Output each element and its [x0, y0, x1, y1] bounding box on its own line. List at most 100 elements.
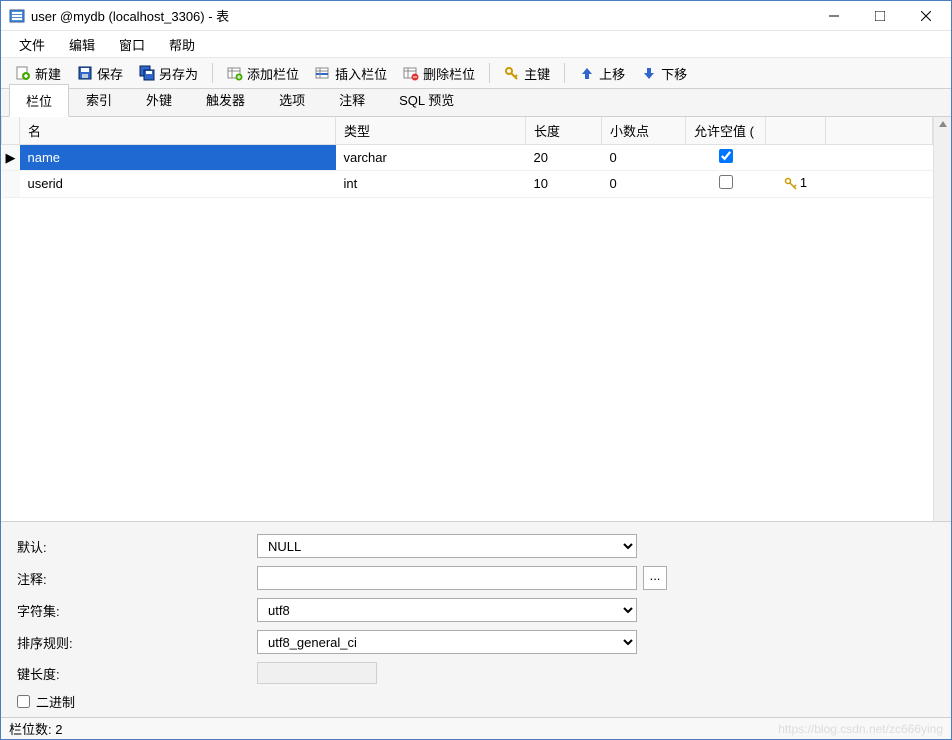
menu-window[interactable]: 窗口	[107, 31, 157, 58]
cell-key[interactable]: 1	[766, 171, 826, 198]
key-icon	[504, 65, 520, 81]
status-bar: 栏位数: 2 https://blog.csdn.net/zc666ying	[1, 717, 951, 739]
cell-filler	[826, 145, 933, 171]
move-up-button[interactable]: 上移	[571, 61, 633, 86]
delete-field-button[interactable]: 删除栏位	[395, 61, 483, 86]
comment-label: 注释:	[17, 569, 257, 588]
field-count-status: 栏位数: 2	[9, 719, 62, 738]
cell-name[interactable]: name	[20, 145, 336, 171]
new-label: 新建	[35, 64, 61, 83]
watermark: https://blog.csdn.net/zc666ying	[778, 722, 943, 736]
cell-name[interactable]: userid	[20, 171, 336, 198]
grid-header-row: 名 类型 长度 小数点 允许空值 (	[2, 117, 933, 145]
save-as-button[interactable]: 另存为	[131, 61, 206, 86]
add-field-button[interactable]: 添加栏位	[219, 61, 307, 86]
menu-bar: 文件 编辑 窗口 帮助	[1, 31, 951, 57]
default-label: 默认:	[17, 537, 257, 556]
cell-filler	[826, 171, 933, 198]
col-type[interactable]: 类型	[336, 117, 526, 145]
cell-type[interactable]: varchar	[336, 145, 526, 171]
insert-field-icon	[315, 65, 331, 81]
new-button[interactable]: 新建	[7, 61, 69, 86]
col-length[interactable]: 长度	[526, 117, 602, 145]
table-row[interactable]: ▶namevarchar200	[2, 145, 933, 171]
maximize-button[interactable]	[857, 1, 903, 31]
menu-help[interactable]: 帮助	[157, 31, 207, 58]
save-label: 保存	[97, 64, 123, 83]
add-field-icon	[227, 65, 243, 81]
fields-grid[interactable]: 名 类型 长度 小数点 允许空值 ( ▶namevarchar200userid…	[1, 117, 933, 521]
row-indicator	[2, 171, 20, 198]
collation-select[interactable]: utf8_general_ci	[257, 630, 637, 654]
minimize-button[interactable]	[811, 1, 857, 31]
allow-null-checkbox[interactable]	[719, 149, 733, 163]
cell-decimals[interactable]: 0	[602, 171, 686, 198]
col-decimals[interactable]: 小数点	[602, 117, 686, 145]
primary-key-label: 主键	[524, 64, 550, 83]
cell-decimals[interactable]: 0	[602, 145, 686, 171]
delete-field-icon	[403, 65, 419, 81]
toolbar-separator	[564, 63, 565, 83]
fields-grid-area: 名 类型 长度 小数点 允许空值 ( ▶namevarchar200userid…	[1, 117, 951, 522]
move-up-label: 上移	[599, 64, 625, 83]
save-as-label: 另存为	[159, 64, 198, 83]
cell-key[interactable]	[766, 145, 826, 171]
tab-fields[interactable]: 栏位	[9, 84, 69, 117]
move-down-label: 下移	[661, 64, 687, 83]
save-icon	[77, 65, 93, 81]
field-properties: 默认: NULL 注释: ... 字符集: utf8 排序规则: utf8_ge…	[1, 522, 951, 717]
delete-field-label: 删除栏位	[423, 64, 475, 83]
save-button[interactable]: 保存	[69, 61, 131, 86]
cell-length[interactable]: 10	[526, 171, 602, 198]
default-select[interactable]: NULL	[257, 534, 637, 558]
menu-edit[interactable]: 编辑	[57, 31, 107, 58]
vertical-scrollbar[interactable]	[933, 117, 951, 521]
window-title: user @mydb (localhost_3306) - 表	[31, 6, 811, 25]
tab-comment[interactable]: 注释	[322, 83, 382, 116]
col-filler	[826, 117, 933, 145]
primary-key-icon: 1	[784, 175, 807, 190]
tab-triggers[interactable]: 触发器	[189, 83, 262, 116]
tab-strip: 栏位 索引 外键 触发器 选项 注释 SQL 预览	[1, 89, 951, 117]
primary-key-button[interactable]: 主键	[496, 61, 558, 86]
tab-foreign-keys[interactable]: 外键	[129, 83, 189, 116]
table-row[interactable]: useridint100 1	[2, 171, 933, 198]
cell-allow-null[interactable]	[686, 145, 766, 171]
arrow-up-icon	[579, 65, 595, 81]
close-button[interactable]	[903, 1, 949, 31]
insert-field-label: 插入栏位	[335, 64, 387, 83]
charset-label: 字符集:	[17, 601, 257, 620]
insert-field-button[interactable]: 插入栏位	[307, 61, 395, 86]
binary-checkbox[interactable]	[17, 695, 30, 708]
tab-indexes[interactable]: 索引	[69, 83, 129, 116]
move-down-button[interactable]: 下移	[633, 61, 695, 86]
allow-null-checkbox[interactable]	[719, 175, 733, 189]
key-length-label: 键长度:	[17, 664, 257, 683]
cell-length[interactable]: 20	[526, 145, 602, 171]
title-bar: user @mydb (localhost_3306) - 表	[1, 1, 951, 31]
comment-more-button[interactable]: ...	[643, 566, 667, 590]
tab-options[interactable]: 选项	[262, 83, 322, 116]
add-field-label: 添加栏位	[247, 64, 299, 83]
row-indicator-header	[2, 117, 20, 145]
save-as-icon	[139, 65, 155, 81]
app-icon	[9, 8, 25, 24]
cell-type[interactable]: int	[336, 171, 526, 198]
binary-label: 二进制	[36, 692, 75, 711]
cell-allow-null[interactable]	[686, 171, 766, 198]
charset-select[interactable]: utf8	[257, 598, 637, 622]
col-not-null[interactable]: 允许空值 (	[686, 117, 766, 145]
collation-label: 排序规则:	[17, 633, 257, 652]
key-length-field	[257, 662, 377, 684]
col-name[interactable]: 名	[20, 117, 336, 145]
col-key[interactable]	[766, 117, 826, 145]
toolbar-separator	[212, 63, 213, 83]
row-indicator: ▶	[2, 145, 20, 171]
tab-sql-preview[interactable]: SQL 预览	[382, 83, 471, 116]
new-icon	[15, 65, 31, 81]
toolbar-separator	[489, 63, 490, 83]
arrow-down-icon	[641, 65, 657, 81]
menu-file[interactable]: 文件	[7, 31, 57, 58]
scroll-up-icon[interactable]	[938, 119, 948, 129]
comment-input[interactable]	[257, 566, 637, 590]
